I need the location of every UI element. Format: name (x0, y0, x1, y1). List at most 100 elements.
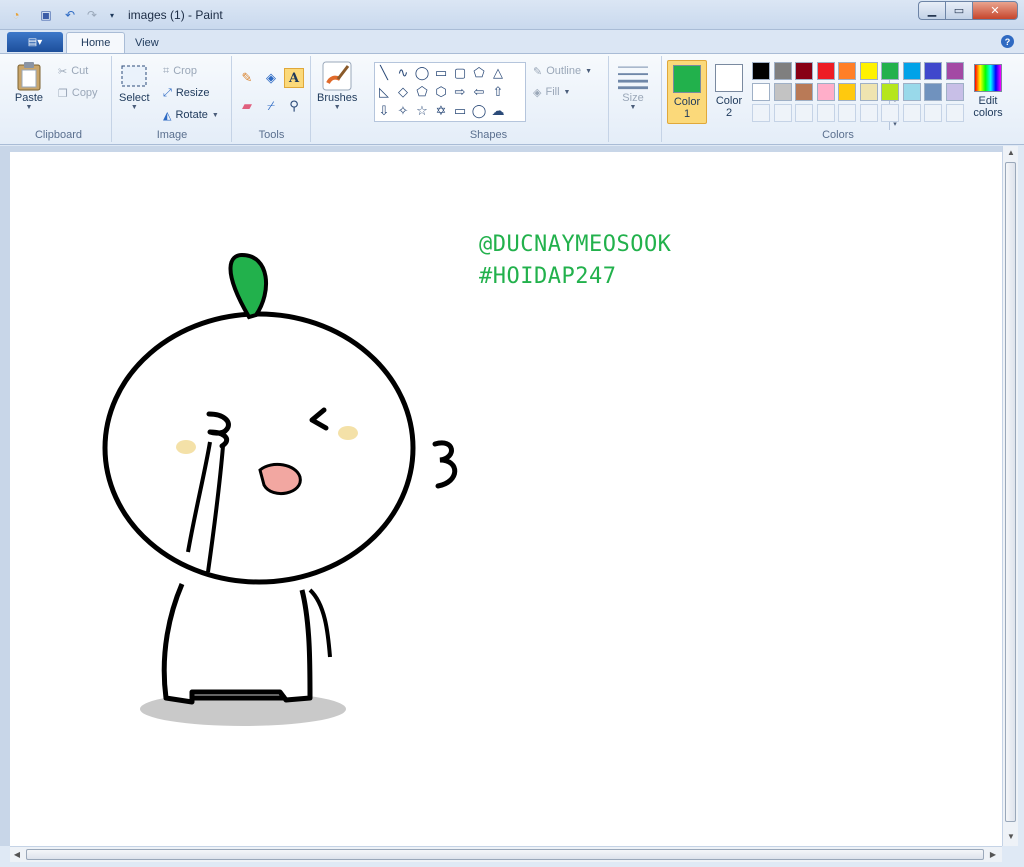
polygon-shape-icon[interactable]: ⬠ (470, 64, 488, 82)
minimize-button[interactable]: ▁ (918, 1, 945, 20)
rotate-button[interactable]: ◭ Rotate ▼ (163, 106, 219, 124)
paint-app-icon[interactable]: ◔ (8, 7, 24, 23)
palette-custom-slot[interactable] (902, 104, 921, 122)
cut-button[interactable]: ✂ Cut (58, 62, 88, 80)
down-arrow-shape-icon[interactable]: ⇩ (375, 102, 393, 120)
up-arrow-shape-icon[interactable]: ⇧ (489, 83, 507, 101)
palette-color-swatch[interactable] (752, 62, 770, 80)
workspace: @DUCNAYMEOSOOK #HOIDAP247 (0, 146, 1002, 846)
palette-color-swatch[interactable] (945, 62, 964, 80)
curve-shape-icon[interactable]: ∿ (394, 64, 412, 82)
pentagon-shape-icon[interactable]: ⬠ (413, 83, 431, 101)
hexagon-shape-icon[interactable]: ⬡ (432, 83, 450, 101)
rounded-rectangle-shape-icon[interactable]: ▢ (451, 64, 469, 82)
left-arrow-shape-icon[interactable]: ⇦ (470, 83, 488, 101)
diamond-shape-icon[interactable]: ◇ (394, 83, 412, 101)
palette-color-swatch[interactable] (838, 83, 856, 101)
edit-colors-button[interactable]: Edit colors (968, 60, 1008, 124)
palette-custom-slot[interactable] (881, 104, 899, 122)
palette-custom-slot[interactable] (816, 104, 835, 122)
triangle-shape-icon[interactable]: △ (489, 64, 507, 82)
palette-color-swatch[interactable] (773, 62, 792, 80)
brushes-group: Brushes ▼ (312, 56, 368, 142)
text-tool-icon[interactable]: A (284, 68, 304, 88)
palette-color-swatch[interactable] (838, 62, 856, 80)
vertical-scrollbar[interactable]: ▲ ▼ (1002, 146, 1018, 846)
palette-color-swatch[interactable] (795, 83, 813, 101)
palette-custom-slot[interactable] (859, 104, 878, 122)
palette-color-swatch[interactable] (881, 83, 899, 101)
palette-color-swatch[interactable] (945, 83, 964, 101)
horizontal-scrollbar[interactable]: ◀ ▶ (10, 846, 1002, 862)
right-triangle-shape-icon[interactable]: ◺ (375, 83, 393, 101)
eraser-icon[interactable]: ▰ (237, 96, 257, 116)
maximize-button[interactable]: ▭ (945, 1, 972, 20)
brushes-button[interactable]: Brushes ▼ (317, 60, 357, 111)
scroll-left-icon[interactable]: ◀ (10, 847, 24, 863)
fill-bucket-icon[interactable]: ◈ (261, 68, 281, 88)
pencil-icon[interactable]: ✎ (237, 68, 257, 88)
save-icon[interactable]: ▣ (38, 7, 54, 23)
clipboard-label: Clipboard (34, 129, 83, 141)
ribbon: Paste ▼ ✂ Cut ❐ Copy Clipboard Select ▼ ⌗ C… (0, 53, 1024, 145)
image-group: Select ▼ ⌗ Crop ⤢ Resize ◭ Rotate ▼ Image (113, 56, 232, 142)
palette-color-swatch[interactable] (773, 83, 792, 101)
shapes-gallery: ╲ ∿ ◯ ▭ ▢ ⬠ △ ◺ ◇ ⬠ ⬡ ⇨ ⇦ ⇧ ⇩ ✧ ☆ ✡ ▭ ◯ … (374, 62, 898, 130)
color-picker-icon[interactable]: ⌿ (261, 96, 281, 116)
palette-custom-slot[interactable] (945, 104, 964, 122)
fill-button[interactable]: ◈ Fill ▼ (533, 83, 570, 101)
cloud-callout-shape-icon[interactable]: ☁ (489, 102, 507, 120)
color-1-button[interactable]: Color 1 (667, 60, 707, 124)
palette-color-swatch[interactable] (816, 62, 835, 80)
palette-custom-slot[interactable] (752, 104, 770, 122)
six-point-star-shape-icon[interactable]: ✡ (432, 102, 450, 120)
palette-color-swatch[interactable] (816, 83, 835, 101)
copy-button[interactable]: ❐ Copy (58, 84, 98, 102)
tab-view[interactable]: View (121, 32, 173, 53)
scroll-right-icon[interactable]: ▶ (986, 847, 1000, 863)
palette-color-swatch[interactable] (902, 62, 921, 80)
horizontal-scroll-thumb[interactable] (26, 849, 984, 860)
right-arrow-shape-icon[interactable]: ⇨ (451, 83, 469, 101)
undo-icon[interactable]: ↶ (62, 7, 78, 23)
resize-button[interactable]: ⤢ Resize (163, 84, 209, 102)
scroll-up-icon[interactable]: ▲ (1003, 146, 1019, 160)
crop-button[interactable]: ⌗ Crop (163, 62, 197, 80)
select-button[interactable]: Select ▼ (119, 60, 150, 111)
four-point-star-shape-icon[interactable]: ✧ (394, 102, 412, 120)
rectangle-shape-icon[interactable]: ▭ (432, 64, 450, 82)
palette-color-swatch[interactable] (859, 62, 878, 80)
rounded-callout-shape-icon[interactable]: ▭ (451, 102, 469, 120)
drawing-canvas[interactable]: @DUCNAYMEOSOOK #HOIDAP247 (10, 152, 1002, 846)
palette-color-swatch[interactable] (859, 83, 878, 101)
outline-button[interactable]: ✎ Outline ▼ (533, 62, 592, 80)
oval-shape-icon[interactable]: ◯ (413, 64, 431, 82)
color-2-button[interactable]: Color 2 (709, 60, 749, 124)
scroll-down-icon[interactable]: ▼ (1003, 830, 1019, 844)
size-button[interactable]: Size ▼ (618, 60, 648, 111)
oval-callout-shape-icon[interactable]: ◯ (470, 102, 488, 120)
close-button[interactable]: ✕ (972, 1, 1018, 20)
line-size-icon (618, 60, 648, 92)
paint-menu-button[interactable]: ▤▾ (7, 32, 63, 52)
palette-color-swatch[interactable] (752, 83, 770, 101)
palette-custom-slot[interactable] (795, 104, 813, 122)
color-1-swatch (673, 65, 701, 93)
help-icon[interactable]: ? (1001, 35, 1014, 48)
palette-custom-slot[interactable] (924, 104, 942, 122)
redo-icon[interactable]: ↷ (84, 7, 100, 23)
palette-color-swatch[interactable] (881, 62, 899, 80)
five-point-star-shape-icon[interactable]: ☆ (413, 102, 431, 120)
paste-button[interactable]: Paste ▼ (14, 60, 44, 111)
magnifier-icon[interactable]: ⚲ (284, 96, 304, 116)
palette-custom-slot[interactable] (838, 104, 856, 122)
customize-toolbar-icon[interactable]: ▾ (104, 7, 120, 23)
vertical-scroll-thumb[interactable] (1005, 162, 1016, 822)
palette-color-swatch[interactable] (924, 62, 942, 80)
palette-custom-slot[interactable] (773, 104, 792, 122)
line-shape-icon[interactable]: ╲ (375, 64, 393, 82)
palette-color-swatch[interactable] (924, 83, 942, 101)
palette-color-swatch[interactable] (795, 62, 813, 80)
palette-color-swatch[interactable] (902, 83, 921, 101)
tab-home[interactable]: Home (66, 32, 126, 53)
